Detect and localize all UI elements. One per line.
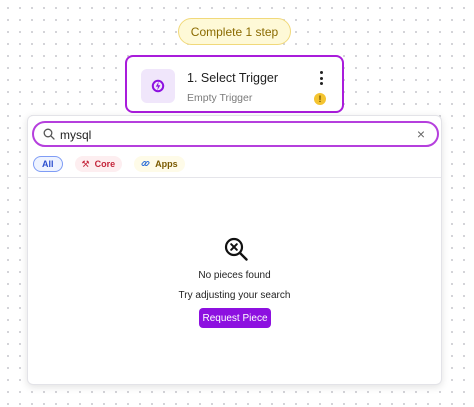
trigger-bolt-icon (141, 69, 175, 103)
trigger-title: 1. Select Trigger (187, 71, 279, 85)
category-filters: All ⚒ Core Apps (33, 156, 197, 172)
filter-all-label: All (42, 159, 54, 169)
search-input[interactable] (60, 126, 400, 143)
request-piece-button[interactable]: Request Piece (199, 308, 271, 328)
clear-search-icon[interactable]: × (414, 126, 428, 142)
complete-step-pill[interactable]: Complete 1 step (178, 18, 291, 45)
panel-divider (28, 177, 441, 178)
search-icon (43, 128, 55, 140)
trigger-subtitle: Empty Trigger (187, 92, 253, 104)
warning-icon: ! (314, 93, 326, 105)
filter-core-label: Core (94, 159, 116, 169)
more-options-icon[interactable] (316, 70, 326, 86)
search-x-icon (224, 237, 248, 261)
piece-selector-panel: × All ⚒ Core Apps No pieces found Try ad… (27, 115, 442, 385)
filter-apps-chip[interactable]: Apps (134, 156, 185, 172)
trigger-step-card[interactable]: 1. Select Trigger Empty Trigger ! (125, 55, 344, 113)
empty-state-subtitle: Try adjusting your search (178, 290, 291, 301)
link-icon (141, 159, 150, 170)
complete-step-label: Complete 1 step (190, 24, 279, 39)
filter-apps-label: Apps (155, 159, 178, 169)
filter-all-chip[interactable]: All (33, 156, 63, 172)
empty-state-title: No pieces found (198, 270, 271, 281)
tools-icon: ⚒ (81, 158, 90, 169)
filter-core-chip[interactable]: ⚒ Core (74, 156, 123, 172)
search-field[interactable]: × (32, 121, 439, 147)
